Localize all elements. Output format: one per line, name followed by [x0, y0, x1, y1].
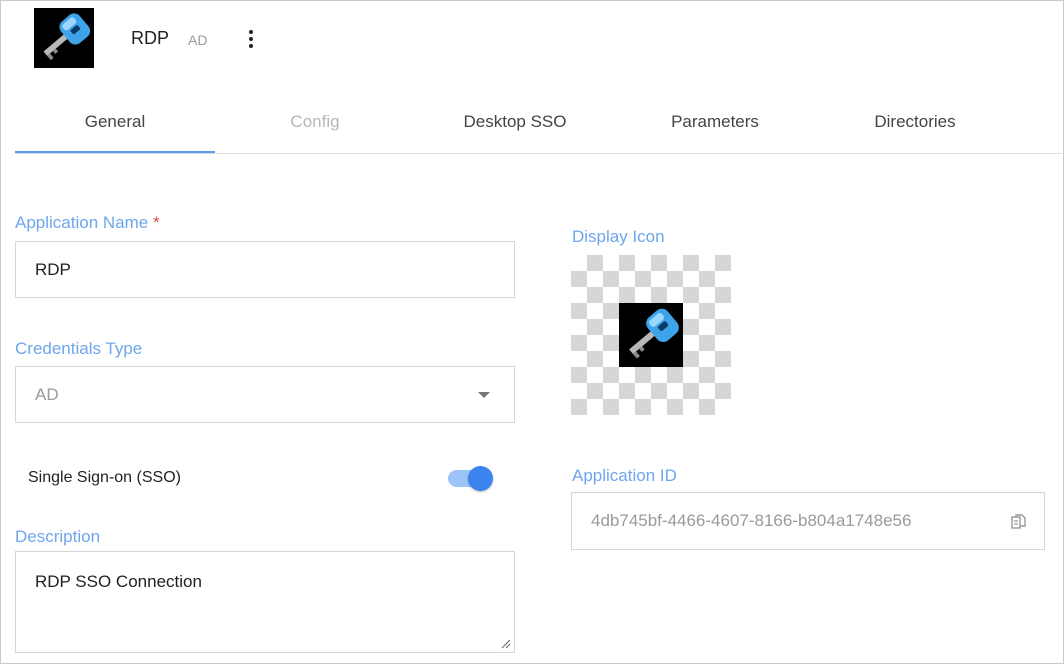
tab-directories[interactable]: Directories — [815, 100, 1015, 152]
tab-general[interactable]: General — [15, 100, 215, 153]
application-id-value: 4db745bf-4466-4607-8166-b804a1748e56 — [591, 511, 912, 530]
tab-parameters[interactable]: Parameters — [615, 100, 815, 152]
app-title: RDP — [131, 28, 170, 48]
resize-grip-icon[interactable] — [501, 639, 511, 649]
application-id-label: Application ID — [572, 466, 677, 485]
application-name-value: RDP — [35, 260, 71, 279]
application-name-label-text: Application Name — [15, 213, 149, 232]
key-icon — [34, 8, 94, 68]
tab-desktop-sso[interactable]: Desktop SSO — [415, 100, 615, 152]
required-mark: * — [152, 213, 160, 232]
description-value: RDP SSO Connection — [35, 572, 202, 591]
app-logo — [34, 8, 94, 68]
copy-icon[interactable] — [1010, 513, 1028, 531]
display-icon-label: Display Icon — [572, 227, 665, 246]
sso-toggle-label: Single Sign-on (SSO) — [28, 469, 181, 486]
app-credential-type-tag: AD — [188, 32, 208, 48]
credentials-type-value: AD — [35, 385, 59, 404]
sso-toggle-knob — [468, 466, 493, 491]
sso-toggle[interactable] — [448, 466, 494, 492]
application-id-field: 4db745bf-4466-4607-8166-b804a1748e56 — [571, 492, 1045, 550]
more-vertical-icon[interactable] — [240, 27, 262, 51]
description-label: Description — [15, 527, 101, 546]
credentials-type-label: Credentials Type — [15, 339, 143, 358]
display-icon-preview — [619, 303, 683, 367]
application-name-label: Application Name * — [15, 213, 160, 233]
tab-config[interactable]: Config — [215, 100, 415, 152]
credentials-type-select[interactable]: AD — [15, 366, 515, 423]
display-icon-picker[interactable] — [571, 255, 731, 415]
tab-bar: General Config Desktop SSO Parameters Di… — [15, 100, 1062, 154]
description-textarea[interactable]: RDP SSO Connection — [15, 551, 515, 653]
application-name-input[interactable]: RDP — [15, 241, 515, 298]
chevron-down-icon — [478, 392, 490, 398]
key-icon — [619, 303, 683, 367]
